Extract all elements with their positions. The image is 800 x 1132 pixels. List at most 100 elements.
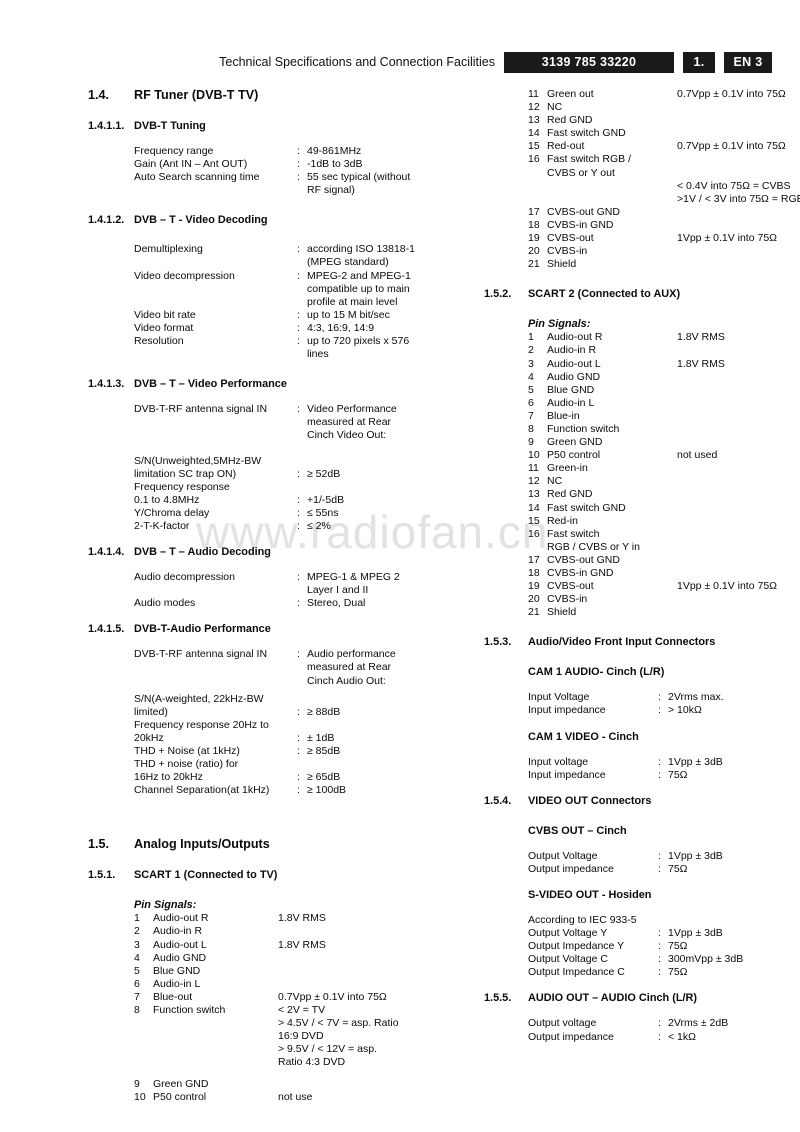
pin-signals-label: Pin Signals:: [134, 899, 197, 912]
spec-row: 2-T-K-factor: ≤ 2%: [88, 520, 418, 533]
pin-number: [528, 180, 547, 206]
pin-number: 12: [528, 475, 540, 488]
pin-row: 16 Fast switch RGB / CVBS or Y in: [528, 528, 789, 554]
subsection-heading-1-4-1-2: 1.4.1.2. DVB – T - Video Decoding: [88, 213, 418, 227]
pin-value: [677, 462, 789, 475]
section-title: RF Tuner (DVB-T TV): [134, 88, 259, 102]
spec-separator: :: [297, 648, 300, 661]
pin-value-cont: > 4.5V / < 7V = asp. Ratio: [278, 1017, 399, 1030]
pin-name: Audio-out R: [153, 912, 209, 925]
header-page-number: 1.: [683, 51, 715, 73]
spec-value-cont: Layer I and II: [307, 584, 369, 597]
spec-value: 75Ω: [668, 862, 688, 875]
subsection-number: 1.4.1.1.: [88, 120, 125, 132]
pin-row: 1 Audio-out R 1.8V RMS: [134, 912, 418, 925]
section-number: 1.4.: [88, 88, 110, 102]
pin-value: 1.8V RMS: [278, 912, 326, 925]
pin-value: [278, 952, 418, 965]
spec-value: ≤ 2%: [307, 519, 331, 532]
pin-number: 16: [528, 527, 540, 540]
header-document-code: 3139 785 33220: [504, 51, 674, 73]
spec-label: Output Voltage: [528, 849, 598, 862]
pin-value: [278, 965, 418, 978]
spec-label-cont: 16Hz to 20kHz: [134, 771, 203, 784]
pin-row: 14 Fast switch GND: [528, 502, 789, 515]
pin-name-cont: CVBS or Y out: [547, 166, 615, 179]
pin-row: 21 Shield: [528, 258, 789, 271]
spec-list-1-4-1-4: Audio decompression: MPEG-1 & MPEG 2 Layer…: [88, 571, 418, 610]
spec-label: Input voltage: [528, 755, 589, 768]
spec-value: up to 15 M bit/sec: [307, 308, 390, 321]
spec-list-1-5-5: Output voltage:2Vrms ± 2dB Output impedan…: [484, 1017, 789, 1043]
pin-name: CVBS-out: [547, 580, 594, 593]
subsection-title: DVB – T – Video Performance: [134, 378, 287, 391]
pin-value: [677, 528, 789, 554]
subsection-title: DVB – T - Video Decoding: [134, 214, 268, 227]
section-heading-1-5: 1.5. Analog Inputs/Outputs: [88, 837, 418, 852]
subsection-heading-1-5-3: 1.5.3. Audio/Video Front Input Connector…: [484, 635, 789, 649]
pin-value: [677, 245, 789, 258]
right-column: 11 Green out 0.7Vpp ± 0.1V into 75Ω 12 NC 13 R…: [484, 88, 800, 1044]
pin-number: 3: [528, 357, 534, 370]
spec-value-cont: profile at main level: [307, 295, 398, 308]
spec-separator: :: [297, 745, 300, 757]
pin-row: 1 Audio-out R 1.8V RMS: [528, 331, 789, 344]
pin-list-scart1-continued: 11 Green out 0.7Vpp ± 0.1V into 75Ω 12 NC 13 R…: [484, 88, 800, 271]
spec-value: ≥ 100dB: [307, 784, 347, 797]
pin-name: Shield: [547, 606, 577, 619]
pin-row: 7 Blue-in: [528, 410, 789, 423]
spec-row: DVB-T-RF antenna signal IN: Audio perform…: [88, 648, 418, 687]
pin-list-scart2: 1 Audio-out R 1.8V RMS 2 Audio-in R 3 Audio-ou…: [484, 331, 789, 619]
pin-value: 1Vpp ± 0.1V into 75Ω: [677, 232, 778, 245]
spec-value: MPEG-2 and MPEG-1 compatible up to main pr…: [307, 270, 418, 309]
spec-list-1-4-1-2: Demultiplexing: according ISO 13818-1 (MPE…: [88, 243, 418, 361]
pin-name: CVBS-out: [547, 232, 594, 245]
subsection-number: 1.4.1.4.: [88, 546, 125, 559]
subsection-number: 1.5.5.: [484, 992, 512, 1005]
pin-value: [677, 258, 789, 271]
spec-separator: :: [658, 691, 661, 704]
pin-value: [677, 593, 789, 606]
pin-row: 8 Function switch: [528, 423, 789, 436]
pin-name: NC: [547, 475, 563, 488]
pin-name: P50 control: [547, 449, 601, 462]
header-language-code: EN 3: [724, 51, 772, 73]
pin-row: 18 CVBS-in GND: [528, 219, 789, 232]
pin-name: Audio-in L: [547, 396, 595, 409]
spec-separator: :: [297, 771, 300, 784]
pin-name: Red-out: [547, 140, 585, 153]
spec-separator: :: [658, 849, 661, 862]
spec-separator: :: [297, 784, 300, 797]
pin-name: Green out: [547, 88, 594, 100]
pin-name: Audio-in R: [547, 344, 597, 357]
pin-number: 5: [528, 383, 534, 396]
subsection-heading-1-4-1-1: 1.4.1.1. DVB-T Tuning: [88, 119, 418, 133]
pin-name: Audio GND: [153, 951, 207, 964]
pin-value: [677, 410, 789, 423]
spec-separator: :: [297, 467, 300, 480]
spec-row: DVB-T-RF antenna signal IN: Video Perform…: [88, 403, 418, 442]
spec-label: Video decompression: [134, 269, 235, 282]
subsection-heading-1-5-2: 1.5.2. SCART 2 (Connected to AUX): [484, 287, 789, 301]
spec-label: Output impedance: [528, 862, 614, 875]
pin-value: 1.8V RMS: [677, 331, 725, 344]
spec-separator: :: [297, 403, 300, 416]
pin-name: CVBS-in: [547, 593, 588, 606]
spec-value: 75Ω: [668, 768, 688, 781]
spec-list-cvbs-out: Output Voltage:1Vpp ± 3dB Output impedanc…: [484, 850, 789, 876]
pin-name: Audio-in R: [153, 925, 203, 938]
spec-label: Frequency range: [134, 145, 214, 157]
spec-label: Video format: [134, 321, 194, 334]
spec-value: Video Performance measured at Rear Cinch V…: [307, 403, 418, 442]
subsection-heading-1-4-1-3: 1.4.1.3. DVB – T – Video Performance: [88, 377, 418, 391]
spec-separator: :: [297, 597, 300, 610]
pin-number: 9: [134, 1077, 140, 1090]
spec-row: S/N(A-weighted, 22kHz-BW limited): ≥ 88dB: [88, 693, 418, 719]
pin-row: 9 Green GND: [134, 1078, 418, 1091]
pin-value: [677, 384, 789, 397]
pin-number: 15: [528, 140, 540, 153]
pin-name: CVBS-out GND: [547, 553, 620, 566]
spec-label: THD + noise (ratio) for 16Hz to 20kHz: [134, 758, 297, 784]
spec-separator: :: [658, 966, 661, 979]
spec-label: Resolution: [134, 335, 184, 348]
